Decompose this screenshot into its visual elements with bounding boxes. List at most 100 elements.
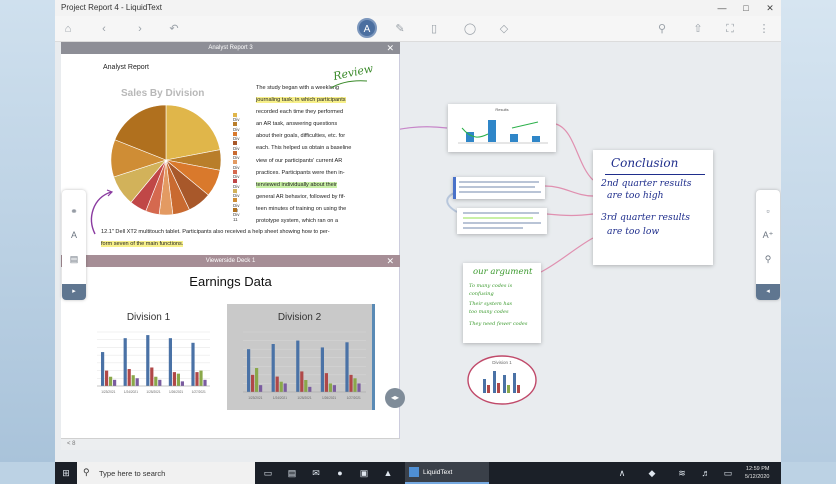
- body-line: practices. Participants were then in-: [256, 169, 345, 176]
- card-view-icon[interactable]: ▫: [760, 204, 776, 218]
- division1-title: Division 1: [126, 312, 171, 323]
- bar: [172, 372, 176, 386]
- clock[interactable]: 12:59 PM 5/12/2020: [745, 465, 769, 481]
- bar: [255, 368, 259, 392]
- conclusion-title: Conclusion: [611, 156, 679, 170]
- conclusion-line: 2nd quarter results: [601, 178, 692, 189]
- taskbar-search[interactable]: ⚲ Type here to search: [77, 462, 255, 484]
- division-excerpt-label: Division 1: [492, 360, 512, 365]
- bar: [320, 347, 324, 392]
- body-line: journaling task, in which participants: [256, 94, 360, 106]
- bar: [345, 342, 349, 392]
- close-pane2-icon[interactable]: ✕: [386, 255, 394, 267]
- bar: [101, 352, 105, 386]
- caption-line: 12.1" Dell XT2 multitouch tablet. Partic…: [101, 229, 330, 235]
- close-pane1-icon[interactable]: ✕: [386, 42, 394, 54]
- conclusion-line: are too low: [607, 226, 660, 237]
- pane-divider-handle[interactable]: ◂▸: [385, 388, 405, 408]
- right-tool-rail: ▫ A⁺ ⚲ ◂: [756, 190, 780, 300]
- excerpt-text-card[interactable]: [457, 208, 547, 234]
- pane1-title: Analyst Report 3: [208, 45, 253, 51]
- bar: [332, 385, 336, 392]
- excerpt-chart-title: Results: [495, 107, 509, 112]
- bar: [251, 374, 255, 392]
- bar: [349, 374, 353, 392]
- text-icon[interactable]: A: [66, 228, 82, 242]
- pane1-header[interactable]: Analyst Report 3 ✕: [61, 42, 400, 54]
- excerpt-chart-card[interactable]: Results: [448, 104, 556, 152]
- conclusion-line: are too high: [607, 190, 664, 201]
- highlight-yellow[interactable]: form seven of the main functions.: [101, 241, 184, 247]
- bar: [158, 379, 162, 386]
- left-tool-rail: ⚭ A ▤ ▸: [62, 190, 86, 300]
- page-indicator[interactable]: < 8: [67, 441, 76, 447]
- app-window: Project Report 4 - LiquidText — □ ✕ ⌂ ‹ …: [55, 0, 781, 462]
- argument-item: confusing: [469, 291, 494, 297]
- x-tick-label: 1/27/2021: [192, 390, 206, 394]
- bar: [127, 369, 131, 386]
- x-tick-label: 1/27/2021: [347, 396, 361, 400]
- battery-icon[interactable]: ▭: [721, 466, 735, 480]
- argument-title: our argument: [473, 267, 533, 277]
- x-tick-label: 1/25/2021: [297, 396, 311, 400]
- volume-icon[interactable]: ♬: [699, 466, 713, 480]
- excerpt-bar: [532, 136, 540, 142]
- search-placeholder: Type here to search: [99, 469, 166, 478]
- argument-item: They need fewer codes: [469, 321, 528, 327]
- body-line: an AR task, answering questions: [256, 121, 338, 128]
- edge-icon[interactable]: ●: [333, 466, 347, 480]
- pane-footer: < 8: [61, 438, 400, 450]
- wifi-icon[interactable]: ≋: [675, 466, 689, 480]
- add-text-icon[interactable]: A⁺: [760, 228, 776, 242]
- body-line: view of our participants' current AR: [256, 157, 343, 164]
- network-icon[interactable]: ∧: [615, 466, 629, 480]
- pane2-header[interactable]: Viewerside Deck 1 ✕: [61, 255, 400, 267]
- conclusion-line: 3rd quarter results: [601, 212, 690, 223]
- legend-item: Div 11: [233, 207, 240, 222]
- argument-item: too many codes: [469, 309, 509, 315]
- bar: [146, 335, 150, 386]
- liquidtext-app-icon: [409, 467, 419, 477]
- document-pane[interactable]: Analyst Report 3 ✕ Analyst Report Sales …: [61, 42, 400, 450]
- division-excerpt-clip[interactable]: [463, 345, 541, 410]
- conclusion-note[interactable]: Conclusion 2nd quarter results are too h…: [593, 150, 713, 265]
- bar: [135, 378, 139, 386]
- glasses-icon[interactable]: ⚭: [66, 204, 82, 218]
- division2-title: Division 2: [277, 312, 322, 323]
- highlight-green[interactable]: terviewed individually about their: [256, 181, 337, 188]
- bar: [283, 383, 287, 392]
- zoom-icon[interactable]: ⚲: [760, 252, 776, 266]
- body-line: about their goals, difficulties, etc. fo…: [256, 133, 346, 140]
- collapse-left-rail-button[interactable]: ▸: [62, 284, 86, 300]
- bar: [271, 344, 275, 392]
- body-line: recorded each time they performed: [256, 109, 344, 116]
- highlight-yellow[interactable]: journaling task, in which participants: [256, 97, 346, 104]
- excerpt-text-card[interactable]: [453, 177, 545, 199]
- photos-icon[interactable]: ▲: [381, 466, 395, 480]
- file-explorer-icon[interactable]: ▤: [285, 466, 299, 480]
- bar: [304, 380, 308, 392]
- taskbar-app-liquidtext[interactable]: LiquidText: [405, 462, 489, 484]
- bar: [275, 376, 279, 392]
- bar: [353, 378, 357, 392]
- report-body-text[interactable]: The study began with a weeklong journali…: [256, 82, 360, 227]
- pane2-title: Viewerside Deck 1: [205, 258, 256, 264]
- desktop-wallpaper-right: [781, 0, 836, 462]
- mail-icon[interactable]: ✉: [309, 466, 323, 480]
- body-line: terviewed individually about their: [256, 179, 360, 191]
- task-view-icon[interactable]: ▭: [261, 466, 275, 480]
- review-underline: [330, 80, 368, 89]
- start-icon[interactable]: ⊞: [59, 466, 73, 480]
- collapse-right-rail-button[interactable]: ◂: [756, 284, 780, 300]
- bar: [113, 379, 117, 386]
- dropbox-icon[interactable]: ◆: [645, 466, 659, 480]
- store-icon[interactable]: ▣: [357, 466, 371, 480]
- argument-note[interactable]: our argument To many codes is confusing …: [463, 263, 541, 343]
- bar: [180, 381, 184, 386]
- pie-chart-title: Sales By Division: [121, 88, 205, 99]
- page-icon[interactable]: ▤: [66, 252, 82, 266]
- division2-chart: Division 2 1/23/2021 1/24/2021 1/25/2021 1/…: [227, 304, 375, 410]
- caption-text: 12.1" Dell XT2 multitouch tablet. Partic…: [101, 226, 351, 250]
- pie-chart: [110, 104, 222, 216]
- x-tick-label: 1/25/2021: [146, 390, 160, 394]
